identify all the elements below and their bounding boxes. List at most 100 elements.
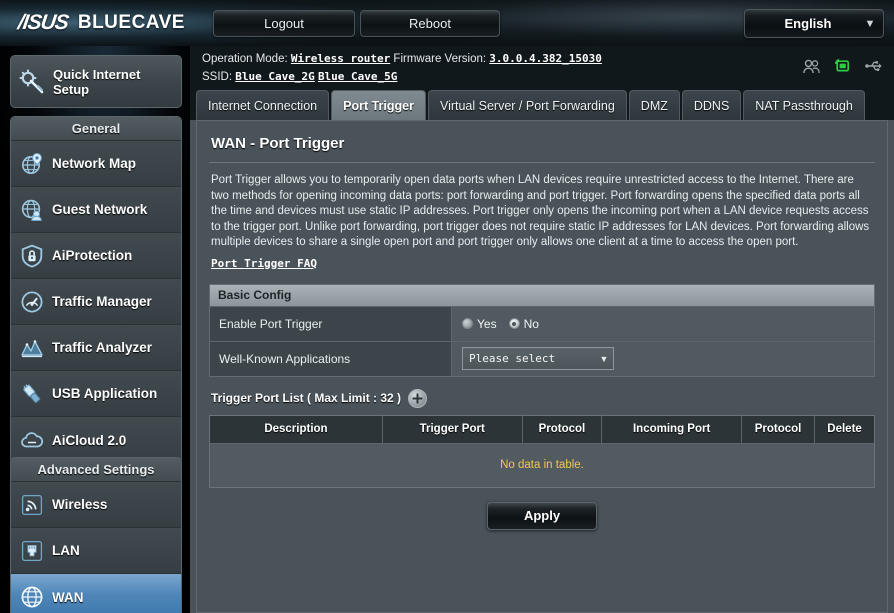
- port-trigger-faq-link[interactable]: Port Trigger FAQ: [211, 257, 317, 270]
- operation-mode-line: Operation Mode: Wireless router Firmware…: [202, 50, 884, 68]
- column-incoming-port: Incoming Port: [601, 415, 742, 444]
- well-known-applications-select[interactable]: Please select ▼: [462, 347, 614, 370]
- router-admin-page: /ISUS BLUECAVE Logout Reboot English ▼ Q…: [0, 0, 894, 613]
- basic-config-panel: Basic Config Enable Port Trigger Yes No: [209, 283, 875, 377]
- tab-nat-passthrough[interactable]: NAT Passthrough: [743, 90, 865, 120]
- sidebar-item-lan[interactable]: LAN: [11, 528, 181, 574]
- radio-no-label: No: [523, 316, 539, 331]
- sidebar-item-label: AiProtection: [52, 248, 133, 263]
- radio-yes-label: Yes: [477, 316, 497, 331]
- cloud-icon: [19, 427, 45, 453]
- operation-mode-value[interactable]: Wireless router: [291, 52, 390, 65]
- language-selector[interactable]: English ▼: [744, 9, 884, 38]
- tab-ddns[interactable]: DDNS: [681, 90, 742, 120]
- firmware-label: Firmware Version:: [393, 53, 487, 65]
- tab-port-trigger[interactable]: Port Trigger: [331, 90, 426, 120]
- language-selector-label: English: [784, 16, 832, 31]
- column-description: Description: [209, 415, 383, 444]
- top-header-bar: /ISUS BLUECAVE Logout Reboot English ▼: [0, 0, 894, 46]
- sidebar-group-advanced-title: Advanced Settings: [11, 458, 181, 482]
- radio-enable-no[interactable]: No: [508, 316, 539, 331]
- ssid-2g-link[interactable]: Blue Cave_2G: [235, 70, 314, 83]
- router-model-name: BLUECAVE: [77, 12, 185, 33]
- sidebar-item-label: LAN: [52, 543, 80, 558]
- sidebar-item-label: Network Map: [52, 156, 137, 171]
- radio-enable-yes[interactable]: Yes: [462, 317, 497, 331]
- quick-internet-setup-button[interactable]: Quick Internet Setup: [10, 55, 182, 108]
- column-protocol-trigger: Protocol: [522, 415, 603, 444]
- tab-dmz[interactable]: DMZ: [628, 90, 680, 120]
- sidebar-item-traffic-manager[interactable]: Traffic Manager: [11, 279, 181, 325]
- column-delete: Delete: [814, 415, 875, 444]
- sidebar-item-label: Traffic Manager: [52, 294, 152, 309]
- clients-icon[interactable]: [803, 59, 820, 79]
- well-known-applications-label: Well-Known Applications: [210, 341, 452, 376]
- firmware-version-value[interactable]: 3.0.0.4.382_15030: [489, 52, 602, 65]
- operation-mode-label: Operation Mode:: [202, 53, 288, 65]
- quick-internet-setup-label: Quick Internet Setup: [53, 66, 141, 97]
- sidebar-item-traffic-analyzer[interactable]: Traffic Analyzer: [11, 325, 181, 371]
- usb-device-icon[interactable]: [834, 58, 851, 79]
- asus-logo-icon: /ISUS: [16, 11, 70, 34]
- radio-no-icon: [508, 318, 520, 329]
- basic-config-title: Basic Config: [210, 284, 874, 306]
- gauge-icon: [19, 289, 45, 315]
- apply-button-container: Apply: [209, 501, 875, 530]
- chevron-down-icon: ▼: [864, 17, 876, 30]
- sidebar-group-advanced: Advanced Settings Wireless LAN WAN: [10, 457, 182, 613]
- sidebar-item-wan[interactable]: WAN: [11, 574, 181, 613]
- table-empty-message: No data in table.: [209, 443, 875, 487]
- trigger-port-list-header: Trigger Port List ( Max Limit : 32 ): [209, 388, 875, 408]
- sidebar-group-general-title: General: [11, 117, 181, 141]
- enable-port-trigger-label: Enable Port Trigger: [210, 306, 452, 341]
- sidebar-item-label: AiCloud 2.0: [52, 432, 127, 448]
- sidebar-item-usb-application[interactable]: USB Application: [11, 371, 181, 417]
- trigger-port-list-title: Trigger Port List ( Max Limit : 32 ): [211, 391, 402, 405]
- sidebar-item-label: Wireless: [52, 497, 108, 512]
- enable-port-trigger-row: Enable Port Trigger Yes No: [210, 305, 874, 341]
- network-map-icon: [19, 151, 45, 177]
- trigger-port-table: Description Trigger Port Protocol Incomi…: [209, 414, 875, 488]
- table-empty-row: No data in table.: [209, 443, 875, 487]
- tab-bar: Internet Connection Port Trigger Virtual…: [190, 88, 894, 120]
- sidebar-item-aiprotection[interactable]: AiProtection: [11, 233, 181, 279]
- guest-network-icon: [19, 197, 45, 223]
- logout-button[interactable]: Logout: [213, 10, 355, 37]
- apply-button[interactable]: Apply: [487, 501, 597, 530]
- content-panel: WAN - Port Trigger Port Trigger allows y…: [196, 120, 888, 613]
- sidebar-item-label: Guest Network: [52, 202, 148, 217]
- wizard-wand-icon: [19, 69, 45, 95]
- add-row-button[interactable]: [408, 388, 428, 408]
- page-title: WAN - Port Trigger: [211, 135, 345, 152]
- enable-port-trigger-field: Yes No: [452, 306, 874, 341]
- sidebar-item-label: Traffic Analyzer: [52, 340, 153, 355]
- lan-port-icon: [19, 538, 45, 564]
- page-description: Port Trigger allows you to temporarily o…: [211, 174, 870, 248]
- reboot-button[interactable]: Reboot: [360, 10, 500, 37]
- chart-icon: [19, 335, 45, 361]
- title-divider: [209, 162, 875, 163]
- ssid-line: SSID: Blue Cave_2G Blue Cave_5G: [202, 68, 884, 86]
- main-content: Operation Mode: Wireless router Firmware…: [190, 46, 894, 613]
- usb-icon[interactable]: [865, 59, 882, 78]
- table-header-row: Description Trigger Port Protocol Incomi…: [209, 415, 875, 444]
- radio-yes-icon: [462, 318, 473, 329]
- chevron-down-icon: ▼: [599, 353, 609, 364]
- sidebar-item-network-map[interactable]: Network Map: [11, 141, 181, 187]
- ssid-5g-link[interactable]: Blue Cave_5G: [318, 70, 397, 83]
- brand-logo: /ISUS BLUECAVE: [16, 9, 185, 37]
- sidebar-item-guest-network[interactable]: Guest Network: [11, 187, 181, 233]
- column-protocol-incoming: Protocol: [741, 415, 816, 444]
- usb-icon: [19, 381, 45, 407]
- column-trigger-port: Trigger Port: [382, 415, 523, 444]
- well-known-applications-row: Well-Known Applications Please select ▼: [210, 340, 874, 376]
- status-icon-group: [803, 58, 882, 79]
- tab-internet-connection[interactable]: Internet Connection: [196, 90, 330, 120]
- well-known-applications-field: Please select ▼: [452, 341, 874, 376]
- sidebar-item-label: WAN: [52, 589, 84, 605]
- well-known-applications-value: Please select: [469, 352, 556, 365]
- tab-virtual-server-port-forwarding[interactable]: Virtual Server / Port Forwarding: [427, 90, 627, 120]
- wireless-icon: [19, 492, 45, 518]
- sidebar-item-wireless[interactable]: Wireless: [11, 482, 181, 528]
- status-info-bar: Operation Mode: Wireless router Firmware…: [190, 46, 894, 88]
